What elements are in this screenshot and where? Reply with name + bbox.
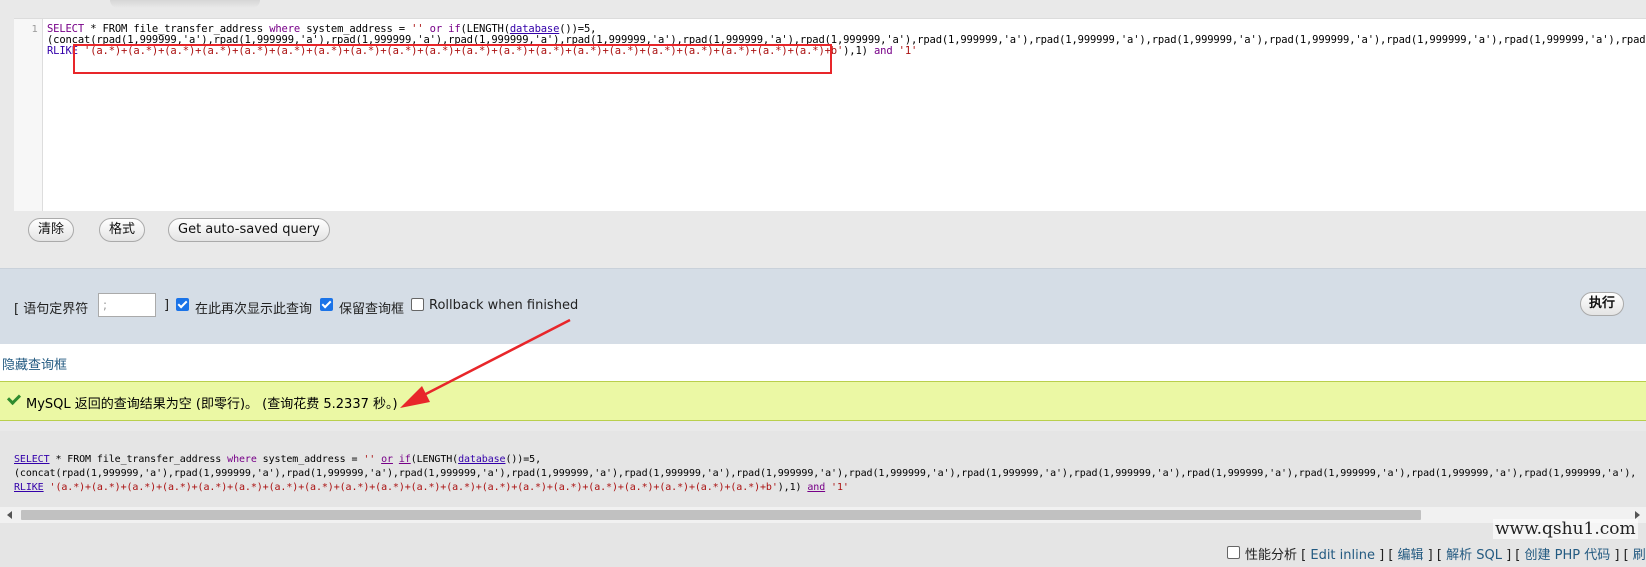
- line-number: 1: [31, 24, 38, 35]
- profiling-label[interactable]: 性能分析: [1245, 548, 1297, 563]
- rollback-label[interactable]: Rollback when finished: [429, 298, 578, 313]
- bottom-links: 性能分析 [ Edit inline ] [ 编辑 ] [ 解析 SQL ] […: [1245, 544, 1646, 563]
- code-one: '1': [892, 45, 918, 57]
- profiling-checkbox[interactable]: [1227, 546, 1240, 559]
- format-button[interactable]: 格式: [99, 218, 146, 242]
- scroll-right-icon[interactable]: [1635, 511, 1640, 519]
- result-line-1: SELECT * FROM file_transfer_address wher…: [14, 454, 541, 465]
- show-query-again-label[interactable]: 在此再次显示此查询: [195, 298, 312, 317]
- bracket: ] [: [1610, 548, 1633, 563]
- result-line-3: RLIKE '(a.*)+(a.*)+(a.*)+(a.*)+(a.*)+(a.…: [14, 482, 849, 493]
- annotation-highlight-box: [73, 44, 832, 74]
- sql-editor-panel: 1 SELECT * FROM file_transfer_address wh…: [0, 0, 1646, 268]
- delimiter-input[interactable]: [98, 293, 156, 317]
- watermark: www.qshu1.com: [1493, 519, 1638, 539]
- res-kw-select[interactable]: SELECT: [14, 454, 50, 465]
- res-length: (LENGTH(: [410, 454, 459, 465]
- res-empty-string: '': [363, 454, 376, 465]
- res-tail: ())=5,: [505, 454, 541, 465]
- executed-sql-panel: SELECT * FROM file_transfer_address wher…: [0, 431, 1646, 536]
- result-line-2: (concat(rpad(1,999999,'a'),rpad(1,999999…: [14, 468, 1637, 479]
- keep-query-box-label[interactable]: 保留查询框: [339, 298, 404, 317]
- show-query-again-checkbox[interactable]: [176, 298, 189, 311]
- code-close: ),1): [843, 45, 874, 57]
- delimiter-bracket: ]: [164, 298, 170, 313]
- scrollbar-thumb[interactable]: [21, 510, 1421, 520]
- execute-button[interactable]: 执行: [1580, 292, 1625, 316]
- hide-query-row: 隐藏查询框: [0, 344, 1646, 381]
- edit-inline-link[interactable]: Edit inline: [1310, 548, 1375, 563]
- tab-shadow: [110, 0, 260, 8]
- rollback-checkbox[interactable]: [411, 298, 424, 311]
- res-from: * FROM file_transfer_address: [49, 454, 228, 465]
- kw-and: and: [874, 45, 893, 57]
- success-message: MySQL 返回的查询结果为空 (即零行)。 (查询花费 5.2337 秒。): [26, 397, 398, 412]
- auto-saved-query-button[interactable]: Get auto-saved query: [168, 218, 330, 242]
- query-options-bar: [ 语句定界符 ] 在此再次显示此查询 保留查询框 Rollback when …: [0, 268, 1646, 345]
- create-php-code-link[interactable]: 创建 PHP 代码: [1525, 548, 1611, 563]
- hide-query-box-link[interactable]: 隐藏查询框: [2, 354, 67, 373]
- explain-sql-link[interactable]: 解析 SQL: [1446, 548, 1502, 563]
- res-kw-if[interactable]: if: [399, 454, 411, 465]
- refresh-link[interactable]: 刷新: [1633, 548, 1646, 563]
- res-pattern: '(a.*)+(a.*)+(a.*)+(a.*)+(a.*)+(a.*)+(a.…: [43, 482, 778, 493]
- check-icon: [6, 390, 22, 406]
- horizontal-scrollbar[interactable]: [0, 507, 1646, 523]
- clear-button[interactable]: 清除: [28, 218, 75, 242]
- res-close: ),1): [777, 482, 808, 493]
- delimiter-label: [ 语句定界符: [14, 302, 89, 317]
- bracket: [: [1297, 548, 1311, 563]
- res-kw-and[interactable]: and: [807, 482, 825, 493]
- edit-link[interactable]: 编辑: [1398, 548, 1424, 563]
- success-message-bar: MySQL 返回的查询结果为空 (即零行)。 (查询花费 5.2337 秒。): [0, 381, 1646, 421]
- res-one: '1': [825, 482, 849, 493]
- res-fn-database[interactable]: database: [458, 454, 505, 465]
- editor-gutter: 1: [14, 19, 43, 211]
- res-kw-or[interactable]: or: [381, 454, 393, 465]
- res-kw-where: where: [227, 454, 257, 465]
- bracket: ] [: [1423, 548, 1447, 563]
- res-cond: system_address =: [256, 454, 364, 465]
- bracket: ] [: [1374, 548, 1398, 563]
- bracket: ] [: [1501, 548, 1525, 563]
- scroll-left-icon[interactable]: [7, 511, 12, 519]
- keep-query-box-checkbox[interactable]: [320, 298, 333, 311]
- res-kw-rlike[interactable]: RLIKE: [14, 482, 44, 493]
